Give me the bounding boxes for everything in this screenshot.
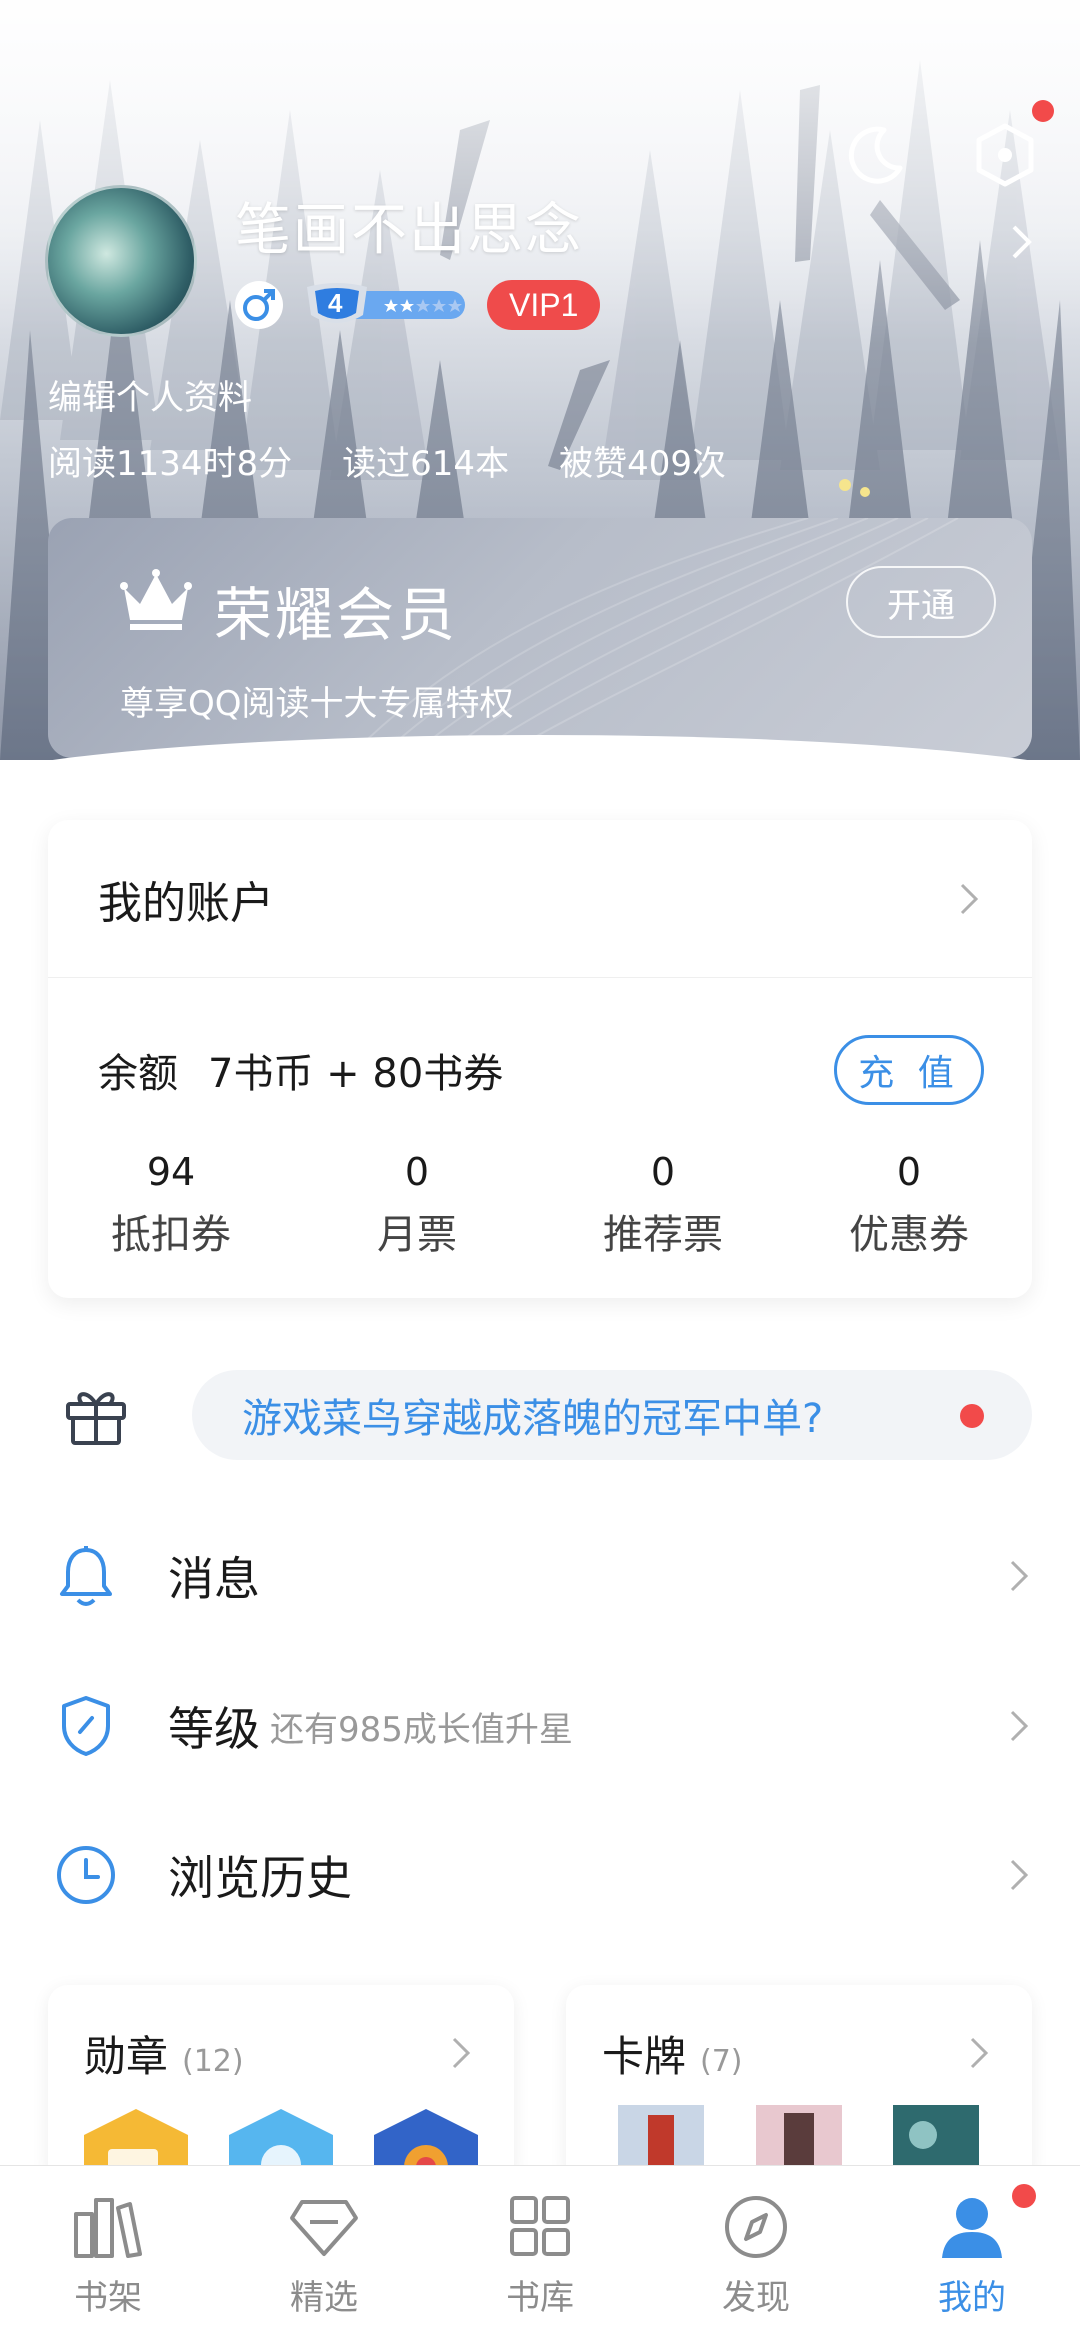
discount-coupon-item[interactable]: 0 优惠券 [786,1150,1032,1260]
menu-label: 等级 [168,1702,260,1756]
night-mode-button[interactable] [840,120,910,190]
account-title: 我的账户 [98,877,274,929]
cards-title: 卡牌 [602,2032,687,2081]
chevron-right-icon [1010,1859,1029,1891]
likes-received: 被赞409次 [559,444,726,484]
user-level-badge[interactable]: 4 [301,281,469,329]
recommend-ticket-item[interactable]: 0 推荐票 [540,1150,786,1260]
tab-featured[interactable]: 精选 [216,2166,432,2340]
level-shield-icon [307,283,465,323]
vip-card-title: 荣耀会员 [214,581,459,649]
tab-label: 书架 [74,2278,142,2318]
tab-mine[interactable]: 我的 [864,2166,1080,2340]
crown-icon [120,569,192,630]
count-label: 推荐票 [603,1212,723,1258]
recharge-button[interactable]: 充 值 [834,1035,984,1105]
compass-icon [725,2196,787,2258]
moon-icon [848,126,903,184]
bookshelf-icon [74,2198,142,2258]
menu-label: 消息 [168,1552,260,1606]
profile-chevron-icon[interactable] [1009,222,1035,266]
chevron-right-icon [960,883,979,914]
books-read: 读过614本 [342,444,510,484]
count-value: 0 [404,1150,430,1194]
voucher-counts: 94 抵扣券 0 月票 0 推荐票 0 优惠券 [48,1150,1032,1260]
avatar[interactable] [45,185,197,337]
medals-count: (12) [182,2044,244,2079]
count-value: 0 [896,1150,922,1194]
count-value: 0 [650,1150,676,1194]
chevron-right-icon [1010,1710,1029,1742]
level-hint: 还有985成长值升星 [270,1709,573,1750]
tab-bookshelf[interactable]: 书架 [0,2166,216,2340]
tab-label: 发现 [722,2278,790,2318]
chevron-right-icon [452,2037,471,2069]
clock-icon [54,1843,118,1907]
reading-stats: 阅读1134时8分 读过614本 被赞409次 [48,436,726,485]
header-actions [840,100,1054,190]
user-icon [942,2198,1002,2258]
shield-icon [54,1694,118,1758]
promo-banner[interactable]: 游戏菜鸟穿越成落魄的冠军中单? [192,1370,1032,1460]
bottom-tab-bar: 书架 精选 书库 发现 我的 [0,2165,1080,2340]
promo-notification-dot [960,1404,984,1428]
chevron-right-icon [1010,1560,1029,1592]
cards-card[interactable]: 卡牌 (7) [566,1985,1032,2185]
medals-card[interactable]: 勋章 (12) [48,1985,514,2185]
glory-member-card[interactable]: 荣耀会员 尊享QQ阅读十大专属特权 开通 [48,518,1032,758]
settings-hexagon-icon [976,123,1034,187]
account-header[interactable]: 我的账户 [48,820,1032,978]
menu-item-history[interactable]: 浏览历史 [0,1815,1080,1935]
account-card: 我的账户 余额 7书币 + 80书券 充 值 94 抵扣券 0 月票 0 推荐票… [48,820,1032,1298]
chevron-right-icon [970,2037,989,2069]
deduction-coupon-item[interactable]: 94 抵扣券 [48,1150,294,1260]
balance-row: 余额 7书币 + 80书券 充 值 [98,1035,984,1105]
tab-discover[interactable]: 发现 [648,2166,864,2340]
menu-label: 浏览历史 [168,1851,352,1905]
cards-count: (7) [700,2044,743,2079]
vip-badge[interactable]: VIP1 [487,280,601,330]
username[interactable]: 笔画不出思念 [235,185,583,266]
tab-library[interactable]: 书库 [432,2166,648,2340]
diamond-icon [290,2200,358,2256]
reading-time: 阅读1134时8分 [48,444,293,484]
count-label: 月票 [377,1212,457,1258]
mine-notification-dot [1012,2184,1036,2208]
count-label: 抵扣券 [111,1212,231,1258]
user-badges: 4 VIP1 [235,280,601,330]
balance-label: 余额 [98,1051,178,1097]
vip-card-subtitle: 尊享QQ阅读十大专属特权 [120,684,514,724]
count-label: 优惠券 [849,1212,969,1258]
count-value: 94 [146,1150,196,1194]
bell-icon [54,1544,118,1608]
settings-button[interactable] [970,100,1054,190]
open-membership-button[interactable]: 开通 [846,566,996,638]
tab-label: 精选 [290,2278,358,2318]
tab-label: 书库 [506,2278,574,2318]
settings-notification-dot [1032,100,1054,122]
monthly-ticket-item[interactable]: 0 月票 [294,1150,540,1260]
menu-item-messages[interactable]: 消息 [0,1516,1080,1636]
grid-icon [510,2196,570,2256]
balance-value: 7书币 + 80书券 [208,1051,504,1097]
medals-title: 勋章 [84,2032,169,2081]
edit-profile-link[interactable]: 编辑个人资料 [48,370,252,419]
gift-icon[interactable] [64,1384,128,1446]
level-number: 4 [328,288,343,318]
male-gender-icon [235,281,283,329]
tab-label: 我的 [938,2278,1006,2318]
promo-text: 游戏菜鸟穿越成落魄的冠军中单? [242,1396,824,1442]
menu-item-level[interactable]: 等级 还有985成长值升星 [0,1666,1080,1786]
profile-header: 笔画不出思念 4 VIP1 编辑个人资料 阅读1134时8分 读过614本 被赞… [0,0,1080,760]
